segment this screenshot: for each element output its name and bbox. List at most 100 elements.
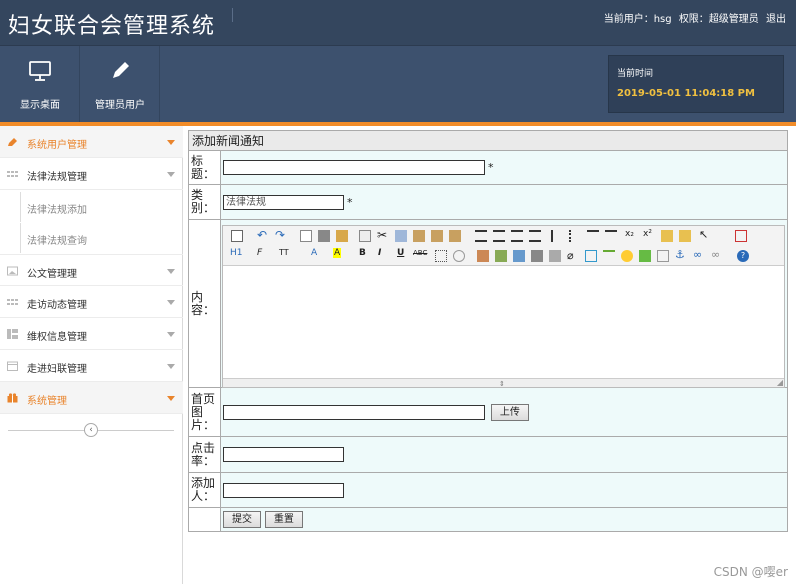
hr-icon[interactable] [603, 250, 615, 262]
current-role: 超级管理员 [708, 14, 759, 25]
resize-corner-icon[interactable]: ◢ [777, 378, 783, 387]
text-color-button[interactable]: A [311, 248, 317, 258]
current-user: hsg [653, 14, 672, 25]
sidebar-sublabel: 法律法规查询 [27, 236, 87, 247]
picture-icon[interactable] [639, 250, 651, 262]
outdent-icon[interactable] [605, 230, 617, 242]
logout-link[interactable]: 退出 [766, 14, 786, 25]
redo-icon[interactable]: ↷ [275, 229, 287, 241]
unordered-list-icon[interactable] [569, 230, 581, 242]
sidebar-item-documents[interactable]: 公文管理理 [0, 254, 183, 286]
pencil-icon [8, 138, 17, 146]
image-input[interactable] [223, 404, 485, 420]
grid-icon [7, 171, 18, 177]
resize-grip-icon[interactable]: ⇕ [499, 380, 505, 388]
print-icon[interactable] [318, 230, 330, 242]
undo-icon[interactable]: ↶ [257, 229, 269, 241]
page-break-icon[interactable] [657, 250, 669, 262]
emoticon-icon[interactable] [621, 250, 633, 262]
select-all-icon[interactable] [679, 230, 691, 242]
ordered-list-icon[interactable] [551, 230, 563, 242]
actions-cell: 提交 重置 [220, 507, 788, 532]
calendar-icon [7, 361, 18, 371]
time-value: 2019-05-01 11:04:18 PM [617, 88, 755, 99]
paste-word-icon[interactable] [449, 230, 461, 242]
chevron-down-icon [167, 364, 175, 369]
strikethrough-button[interactable]: ABC [413, 249, 427, 257]
italic-button[interactable]: I [378, 248, 381, 258]
clicks-label: 点击率： [188, 436, 221, 473]
heading-dropdown[interactable]: H1 [230, 248, 243, 258]
sidebar-item-federation[interactable]: 走进妇联管理 [0, 350, 183, 382]
sidebar-sublabel: 法律法规添加 [27, 205, 87, 216]
category-cell: 法律法规 * [220, 184, 788, 220]
clear-format-icon[interactable] [661, 230, 673, 242]
subscript-icon[interactable]: x₂ [625, 229, 637, 241]
adder-input[interactable] [223, 482, 344, 498]
anchor-icon[interactable]: ⚓ [675, 249, 687, 261]
preview-icon[interactable] [300, 230, 312, 242]
font-family-dropdown[interactable]: F [257, 248, 262, 258]
submit-button[interactable]: 提交 [223, 511, 261, 528]
cursor-icon[interactable]: ↖ [699, 229, 711, 241]
bold-button[interactable]: B [359, 248, 366, 258]
underline-button[interactable]: U [397, 248, 404, 258]
align-left-icon[interactable] [475, 230, 487, 242]
app-title: 妇女联合会管理系统 [8, 14, 216, 39]
insert-table-icon[interactable] [585, 250, 597, 262]
desktop-button[interactable]: 显示桌面 [0, 46, 80, 124]
reset-button[interactable]: 重置 [264, 511, 303, 528]
attachment-icon[interactable]: ⌀ [567, 250, 579, 262]
title-input[interactable] [223, 160, 485, 175]
adder-cell [220, 472, 788, 508]
editor-content-area[interactable] [223, 266, 784, 378]
eraser-icon[interactable] [453, 250, 465, 262]
bg-color-button[interactable]: A [333, 248, 342, 258]
editor-statusbar: ⇕ ◢ [223, 378, 784, 388]
sidebar-item-system-users[interactable]: 系统用户管理 [0, 126, 183, 158]
clicks-input[interactable] [223, 447, 344, 462]
collapse-button[interactable]: ‹ [84, 423, 98, 437]
sidebar-label: 维权信息管理 [27, 332, 87, 343]
page: 妇女联合会管理系统 当前用户：hsg 权限：超级管理员 退出 显示桌面 管理员用… [0, 0, 796, 584]
template-icon[interactable] [336, 230, 348, 242]
font-size-dropdown[interactable]: TT [279, 248, 289, 257]
chevron-down-icon [167, 269, 175, 274]
flash-icon[interactable] [513, 250, 525, 262]
media-icon[interactable] [531, 250, 543, 262]
admin-users-button[interactable]: 管理员用户 [80, 46, 160, 124]
upload-button[interactable]: 上传 [490, 403, 529, 421]
multi-image-icon[interactable] [495, 250, 507, 262]
sidebar-item-visits[interactable]: 走访动态管理 [0, 286, 183, 318]
paste-text-icon[interactable] [431, 230, 443, 242]
align-center-icon[interactable] [493, 230, 505, 242]
sidebar-item-laws[interactable]: 法律法规管理 [0, 158, 183, 190]
sidebar-label: 法律法规管理 [27, 172, 87, 183]
cut-icon[interactable]: ✂ [377, 229, 389, 241]
sidebar-item-system[interactable]: 系统管理 [0, 382, 183, 414]
source-icon[interactable] [231, 230, 243, 242]
copy-icon[interactable] [395, 230, 407, 242]
justify-icon[interactable] [529, 230, 541, 242]
sidebar-subitem-laws-query[interactable]: 法律法规查询 [0, 223, 183, 253]
paste-icon[interactable] [413, 230, 425, 242]
superscript-icon[interactable]: x² [643, 229, 655, 241]
sidebar-item-rights[interactable]: 维权信息管理 [0, 318, 183, 350]
unlink-icon[interactable]: ∞ [711, 249, 723, 261]
align-right-icon[interactable] [511, 230, 523, 242]
help-icon[interactable]: ? [737, 250, 749, 262]
fullscreen-icon[interactable] [735, 230, 747, 242]
code-icon[interactable] [359, 230, 371, 242]
category-input[interactable]: 法律法规 [223, 194, 344, 210]
sidebar-label: 公文管理理 [27, 269, 77, 280]
chevron-down-icon [167, 172, 175, 177]
sidebar-subitem-laws-add[interactable]: 法律法规添加 [0, 192, 183, 222]
indent-icon[interactable] [587, 230, 599, 242]
image-insert-icon[interactable] [477, 250, 489, 262]
rich-text-editor: ↶ ↷ ✂ x₂ x² ↖ H1 F TT A A B I U ABC ⌀ ⚓ … [222, 225, 785, 388]
video-icon[interactable] [549, 250, 561, 262]
link-icon[interactable]: ∞ [693, 249, 705, 261]
sidebar-label: 系统管理 [27, 396, 67, 407]
title-divider [232, 8, 233, 22]
table-grid-icon[interactable] [435, 250, 447, 262]
